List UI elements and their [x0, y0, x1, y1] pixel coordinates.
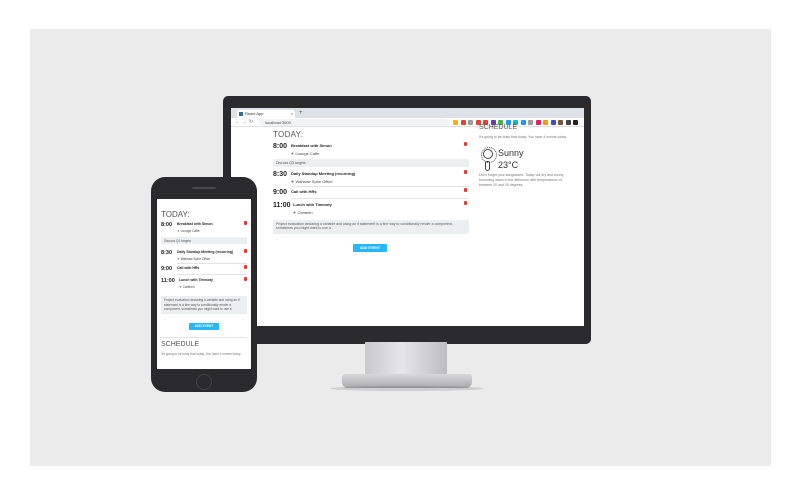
add-event-button[interactable]: ADD EVENT [353, 244, 387, 252]
schedule-heading: SCHEDULE [479, 124, 518, 131]
today-heading: TODAY: [161, 210, 190, 219]
add-event-button[interactable]: ADD EVENT [189, 323, 219, 330]
event-title[interactable]: Call with HRs [291, 189, 317, 194]
browser-toolbar: ← → ↻ localhost:3000 [231, 118, 584, 127]
location-text: Lounge Caffe [295, 151, 320, 156]
monitor-screen: React App × + ← → ↻ localhost:3000 TODAY… [231, 108, 584, 326]
browser-tab-title: React App [245, 111, 264, 116]
phone-speaker [192, 187, 216, 189]
new-tab-button[interactable]: + [299, 109, 303, 117]
event-note: Discuss Q3 targets [161, 237, 247, 244]
browser-tab-bar: React App × + [231, 108, 584, 118]
divider [161, 337, 247, 338]
location-text: Wahsaw Spire Office [295, 179, 333, 184]
tab-close-icon[interactable]: × [291, 110, 293, 118]
event-time: 8:00 [273, 143, 288, 150]
divider [291, 186, 469, 187]
event-title[interactable]: Daily Standup Meeting (recurring) [177, 250, 233, 254]
weather-description: Don't forget your sunglasses. Today will… [479, 173, 564, 187]
divider [177, 274, 247, 275]
delete-event-button[interactable] [464, 201, 467, 205]
browser-extension-icon[interactable] [565, 120, 571, 125]
event-location: ✈ Wahsaw Spire Office [291, 179, 333, 184]
app-page: TODAY: 8:00 Breakfast with Simon ✈ Loung… [231, 124, 584, 326]
browser-extension-icon[interactable] [535, 120, 541, 125]
browser-extension-icon[interactable] [453, 120, 458, 125]
event-location: ✈ Wahsaw Spire Office [177, 257, 211, 261]
monitor-stand-neck [365, 342, 447, 376]
sun-icon [480, 146, 497, 163]
delete-event-button[interactable] [244, 249, 247, 253]
delete-event-button[interactable] [244, 265, 247, 269]
browser-extension-icon[interactable] [468, 120, 473, 125]
delete-event-button[interactable] [464, 142, 467, 146]
event-title[interactable]: Breakfast with Simon [291, 143, 332, 148]
phone-screen: TODAY: 8:00 Breakfast with Simon ✈ Loung… [157, 199, 251, 369]
mobile-phone: TODAY: 8:00 Breakfast with Simon ✈ Loung… [151, 177, 257, 392]
event-note: Discuss Q3 targets [273, 159, 469, 167]
event-note: Project evaluation declaring a variable … [273, 220, 469, 234]
event-time: 11:00 [161, 278, 175, 284]
divider [177, 263, 247, 264]
home-button[interactable] [196, 374, 212, 390]
browser-extension-icon[interactable] [543, 120, 548, 125]
location-text: Wahsaw Spire Office [180, 257, 211, 261]
browser-extension-icon[interactable] [558, 120, 563, 125]
address-bar[interactable]: localhost:3000 [259, 119, 449, 126]
event-note: Project evaluation declaring a variable … [161, 296, 247, 314]
browser-extension-icon[interactable] [520, 120, 526, 125]
delete-event-button[interactable] [244, 277, 247, 281]
event-time: 8:30 [161, 250, 173, 256]
event-location: ✈ Canteen [179, 285, 195, 289]
event-time: 8:00 [161, 222, 173, 228]
desktop-monitor: React App × + ← → ↻ localhost:3000 TODAY… [223, 96, 591, 344]
event-title[interactable]: Breakfast with Simon [177, 222, 213, 226]
monitor-shadow [330, 386, 484, 391]
back-icon[interactable]: ← [235, 119, 240, 126]
location-text: Canteen [297, 210, 313, 215]
event-title[interactable]: Lunch with Timmoty [293, 202, 332, 207]
event-location: ✈ Lounge Caffe [291, 151, 320, 156]
event-time: 11:00 [273, 202, 291, 209]
location-text: Canteen [182, 285, 195, 289]
forward-icon[interactable]: → [242, 119, 247, 126]
event-title[interactable]: Daily Standup Meeting (recurring) [291, 171, 355, 176]
weather-temperature: 23°C [498, 160, 519, 170]
react-favicon-icon [239, 112, 243, 116]
schedule-summary: It's going to be busy that today. You ha… [479, 135, 567, 139]
event-time: 9:00 [161, 266, 173, 272]
reload-icon[interactable]: ↻ [249, 119, 253, 126]
browser-extension-icon[interactable] [550, 120, 556, 125]
event-location: ✈ Lounge Caffe [177, 229, 200, 233]
thermometer-icon [485, 161, 490, 171]
event-title[interactable]: Lunch with Timmoty [179, 278, 213, 282]
delete-event-button[interactable] [244, 221, 247, 225]
event-time: 9:00 [273, 189, 288, 196]
browser-tab[interactable]: React App × [237, 110, 295, 118]
location-text: Lounge Caffe [180, 229, 200, 233]
schedule-summary: It's going to be busy that today. You ha… [161, 352, 242, 356]
delete-event-button[interactable] [464, 188, 467, 192]
divider [291, 198, 469, 199]
browser-extension-icon[interactable] [573, 120, 578, 125]
event-time: 8:30 [273, 171, 288, 178]
weather-condition: Sunny [498, 148, 524, 158]
today-heading: TODAY: [273, 130, 304, 139]
schedule-heading: SCHEDULE [161, 341, 200, 348]
browser-extension-icon[interactable] [460, 120, 466, 125]
event-location: ✈ Canteen [293, 210, 313, 215]
delete-event-button[interactable] [464, 170, 467, 174]
event-title[interactable]: Call with HRs [177, 266, 199, 270]
browser-extension-icon[interactable] [528, 120, 533, 125]
